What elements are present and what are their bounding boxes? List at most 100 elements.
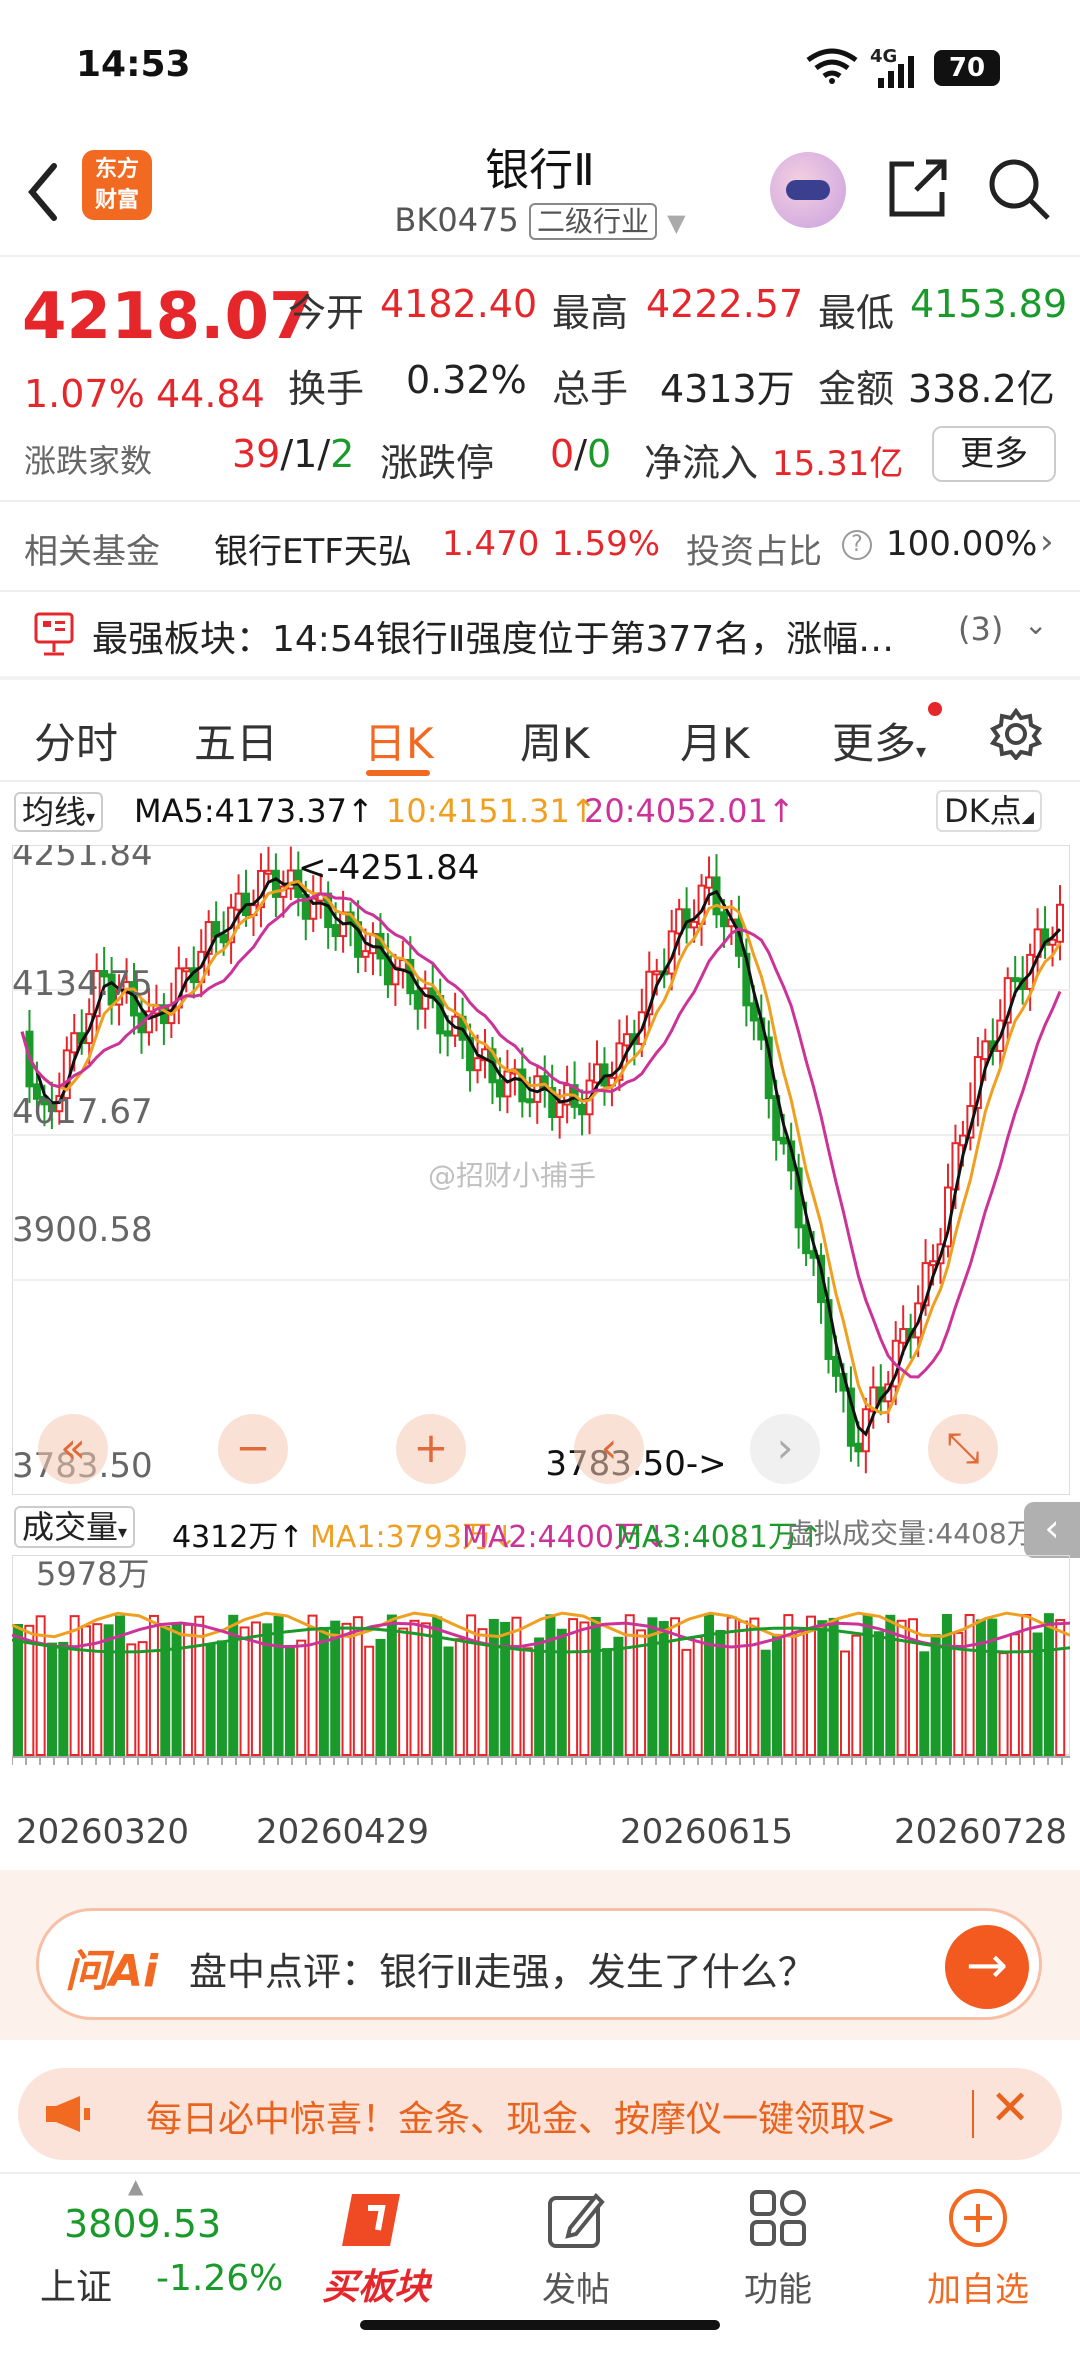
candle-body [331,924,340,938]
volume-bar [805,1615,816,1756]
current-price: 4218.07 [22,280,314,354]
notice-text: 最强板块：14:54银行Ⅱ强度位于第377名，涨幅… [92,619,895,660]
high-value: 4222.57 [646,282,804,326]
fullscreen-button[interactable]: ⤡ [928,1414,998,1484]
volume-bar [998,1652,1009,1756]
notification-dot [928,702,942,716]
tab-more[interactable]: 更多▾ [832,710,926,771]
volume-bar [477,1628,488,1756]
volume-bar [35,1615,46,1756]
candle-body [690,920,699,929]
megaphone-icon [46,2096,90,2132]
scroll-left-fast-button[interactable]: « [38,1414,108,1484]
volume-bar [964,1613,975,1756]
volume-bar [715,1629,726,1756]
volume-selector-label: 成交量 [22,1508,119,1546]
ma-selector[interactable]: 均线▾ [14,792,104,832]
divider [972,2090,974,2138]
volume-bar [386,1614,397,1756]
search-icon[interactable] [986,156,1052,222]
fund-label: 相关基金 [24,532,160,572]
scroll-left-button[interactable]: ‹ [574,1414,644,1484]
volume-bar [24,1624,35,1757]
volume-bar [216,1640,227,1756]
breadth-flat: 1 [293,432,318,476]
volume-bar [738,1620,749,1756]
volume-bar [1021,1614,1032,1756]
volume-selector[interactable]: 成交量▾ [14,1506,136,1548]
volume-bar [330,1620,341,1756]
tab-intraday[interactable]: 分时 [34,710,118,771]
volume-bar [602,1648,613,1756]
volume-bar [839,1650,850,1756]
nav-add-watchlist[interactable]: 加自选 [898,2262,1058,2311]
candle-body [264,869,273,875]
candle-body [802,1224,811,1255]
volume-bar [341,1622,352,1757]
breadth-values: 39/1/2 [232,432,355,476]
ai-go-arrow-icon[interactable]: → [945,1925,1029,2009]
promo-text: 每日必中惊喜！金条、现金、按摩仪一键领取> [146,2099,897,2140]
promo-banner[interactable]: 每日必中惊喜！金条、现金、按摩仪一键领取> ✕ [18,2068,1062,2160]
limit-down: 0 [587,432,612,476]
high-label: 最高 [552,291,629,335]
volume-bar [511,1616,522,1756]
candle-body [473,1057,482,1072]
breadth-label: 涨跌家数 [24,442,153,480]
zoom-out-button[interactable]: − [218,1414,288,1484]
volume-bar [975,1619,986,1756]
tab-monthly-k[interactable]: 月K [680,710,750,771]
index-pct: -1.26% [156,2258,284,2299]
tab-weekly-k[interactable]: 周K [520,710,590,771]
volume-bar [760,1649,771,1756]
scroll-right-button[interactable]: › [750,1414,820,1484]
functions-grid-icon [750,2190,806,2246]
more-button[interactable]: 更多 [932,426,1056,482]
volume-bar [590,1616,601,1757]
candle-body [219,933,228,944]
volume-bar [103,1624,114,1756]
nav-functions[interactable]: 功能 [698,2262,858,2311]
ai-robot-avatar[interactable] [770,152,846,228]
volume-bar [613,1636,624,1756]
amount-value: 338.2亿 [908,367,1055,411]
volume-bar [488,1618,499,1756]
volume-bar [636,1629,647,1756]
collapse-panel-button[interactable]: ‹ [1024,1502,1080,1558]
help-icon[interactable]: ? [842,530,872,560]
chevron-down-icon[interactable]: ⌄ [1024,608,1047,641]
zoom-in-button[interactable]: + [396,1414,466,1484]
related-fund-row[interactable]: 相关基金 银行ETF天弘 1.470 1.59% 投资占比 ? 100.00% … [0,508,1080,588]
period-tabs: 分时 五日 日K 周K 月K 更多▾ [0,680,1080,780]
index-name: 上证 [40,2267,113,2308]
inflow-value: 15.31亿 [772,444,904,484]
volume-bar [318,1627,329,1756]
candlestick-chart[interactable]: @招财小捕手 4251.84 4134.75 4017.67 3900.58 3… [12,845,1070,1495]
inflow-label: 净流入 [644,441,759,485]
tab-five-day[interactable]: 五日 [194,710,278,771]
volume-bar [171,1622,182,1756]
share-icon[interactable] [886,156,950,220]
nav-buy-sector[interactable]: 买板块 [296,2258,456,2310]
index-value[interactable]: 3809.53 [64,2202,221,2246]
settings-gear-icon[interactable] [990,708,1042,760]
status-bar: 14:53 4G 70 [0,0,1080,120]
volume-bar [46,1642,57,1756]
volume-bar [296,1639,307,1756]
candle-body [555,1101,564,1119]
nav-post[interactable]: 发帖 [496,2262,656,2311]
ai-comment-box[interactable]: 问Ai 盘中点评：银行Ⅱ走强，发生了什么？ → [36,1908,1042,2020]
volume-bar [647,1617,658,1756]
strongest-sector-notice[interactable]: 最强板块：14:54银行Ⅱ强度位于第377名，涨幅… (3) ⌄ [0,594,1080,674]
sector-code: BK0475 [394,201,519,239]
volume-bar [726,1616,737,1756]
y-tick-1: 4134.75 [12,964,153,1004]
volume-chart[interactable]: 5978万 [12,1555,1070,1795]
volume-bar [534,1637,545,1756]
ma10-value: 10:4151.31↑ [386,792,597,830]
caret-icon: ▾ [916,739,927,763]
close-icon[interactable]: ✕ [990,2080,1030,2136]
dk-point-button[interactable]: DK点◢ [936,790,1042,832]
tab-daily-k[interactable]: 日K [364,710,434,771]
volume-bar [692,1636,703,1756]
